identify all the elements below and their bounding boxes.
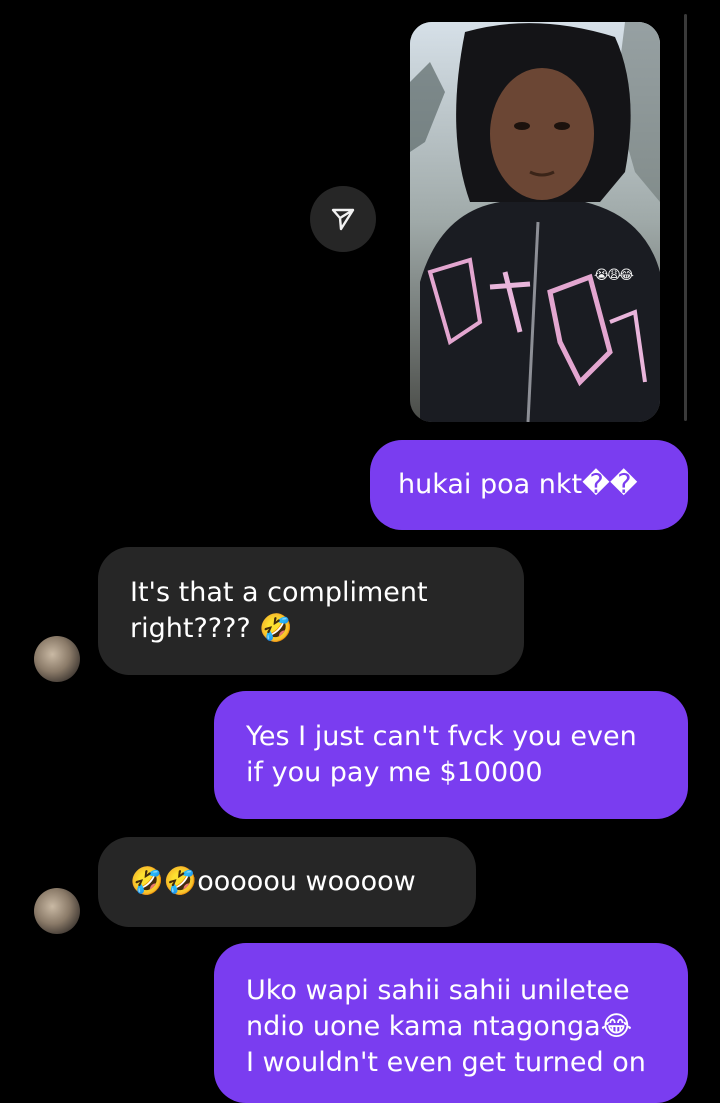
- message-text: if you pay me $10000: [246, 757, 543, 788]
- message-text: ndio uone kama ntagonga😂: [246, 1011, 633, 1042]
- photo-caption-emoji: 😭😩😂: [594, 268, 634, 283]
- message-text: Uko wapi sahii sahii uniletee: [246, 975, 630, 1006]
- contact-avatar[interactable]: [34, 888, 80, 934]
- message-text: Yes I just can't fvck you even: [246, 721, 637, 752]
- shared-photo[interactable]: [410, 22, 660, 422]
- received-message[interactable]: 🤣🤣oooοοu wooοοw: [98, 837, 476, 927]
- scrollbar[interactable]: [684, 14, 687, 421]
- sent-message[interactable]: Uko wapi sahii sahii uniletee ndio uone …: [214, 943, 688, 1103]
- contact-avatar[interactable]: [34, 636, 80, 682]
- sent-message[interactable]: Yes I just can't fvck you even if you pa…: [214, 691, 688, 819]
- share-button[interactable]: [310, 186, 376, 252]
- send-icon: [331, 208, 355, 231]
- sent-message[interactable]: hukai poa nkt��: [370, 440, 688, 530]
- photo-image: [410, 22, 660, 422]
- message-text: right???? 🤣: [130, 613, 293, 644]
- received-message[interactable]: It's that a compliment right???? 🤣: [98, 547, 524, 675]
- message-text: hukai poa nkt��: [398, 469, 638, 500]
- message-text: 🤣🤣oooοοu wooοοw: [130, 866, 416, 897]
- message-text: I wouldn't even get turned on: [246, 1047, 646, 1078]
- message-text: It's that a compliment: [130, 577, 428, 608]
